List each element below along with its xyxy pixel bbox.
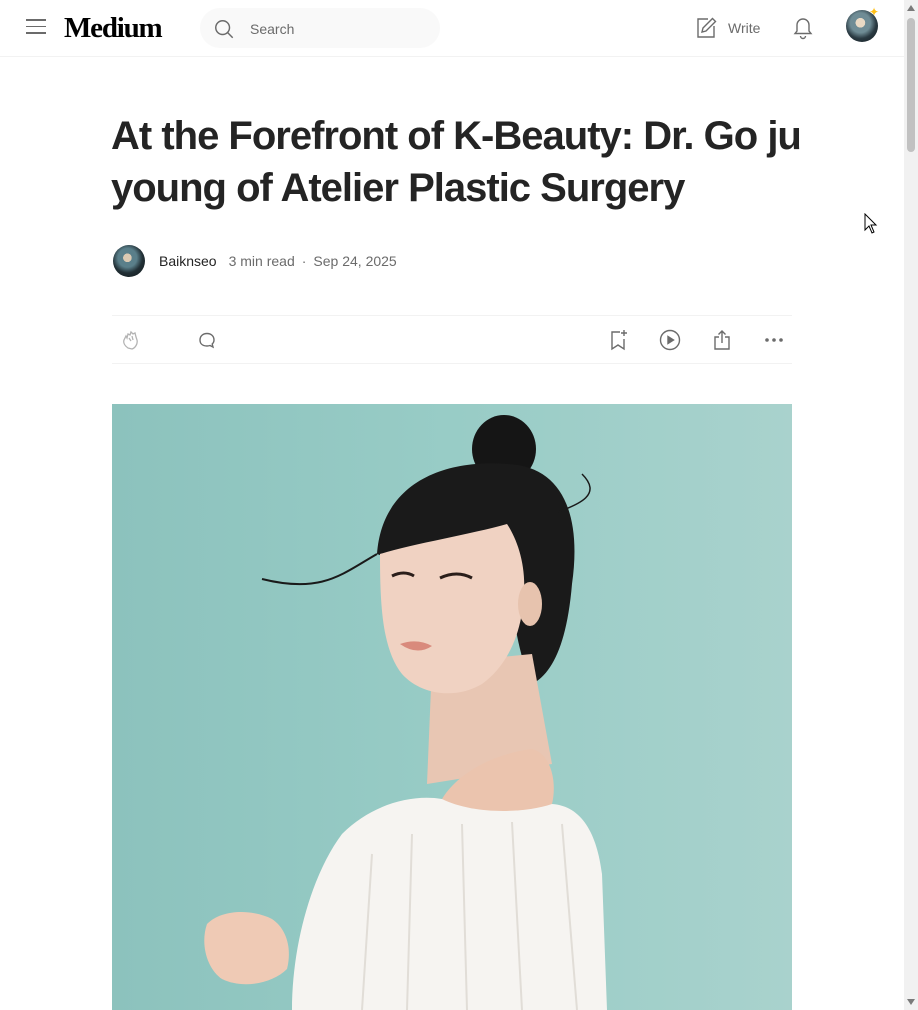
- read-time: 3 min read: [228, 253, 295, 269]
- search-bar[interactable]: [200, 8, 440, 50]
- mouse-cursor-icon: [864, 213, 878, 234]
- portrait-illustration: [204, 415, 607, 1010]
- search-input[interactable]: [248, 8, 432, 50]
- write-label: Write: [728, 20, 761, 36]
- scrollbar[interactable]: [904, 0, 918, 1010]
- write-button[interactable]: Write: [694, 14, 760, 42]
- menu-icon[interactable]: [26, 19, 46, 37]
- scroll-down-arrow-icon[interactable]: [907, 999, 915, 1005]
- search-icon: [215, 20, 234, 39]
- top-navigation-bar: Medium Write ✦: [0, 0, 904, 57]
- scroll-up-arrow-icon[interactable]: [907, 5, 915, 11]
- star-badge-icon: ✦: [869, 5, 880, 19]
- byline: Baiknseo 3 min read · Sep 24, 2025: [113, 245, 397, 277]
- article-hero-image: [112, 404, 792, 1010]
- author-avatar[interactable]: [113, 245, 145, 277]
- more-icon[interactable]: [762, 328, 786, 352]
- bell-icon[interactable]: [791, 14, 815, 40]
- medium-logo[interactable]: Medium: [64, 10, 163, 46]
- article-title: At the Forefront of K-Beauty: Dr. Go ju …: [111, 114, 802, 210]
- share-icon[interactable]: [710, 328, 734, 352]
- clap-icon[interactable]: [120, 328, 144, 352]
- play-icon[interactable]: [658, 328, 682, 352]
- scroll-thumb[interactable]: [907, 18, 915, 152]
- write-icon: [697, 17, 717, 38]
- bookmark-add-icon[interactable]: [606, 328, 630, 352]
- byline-separator: ·: [301, 253, 307, 269]
- comment-icon[interactable]: [195, 328, 219, 352]
- user-avatar[interactable]: ✦: [846, 6, 879, 42]
- publish-date: Sep 24, 2025: [313, 253, 397, 269]
- author-name[interactable]: Baiknseo: [159, 253, 217, 269]
- article-action-bar: [112, 315, 792, 364]
